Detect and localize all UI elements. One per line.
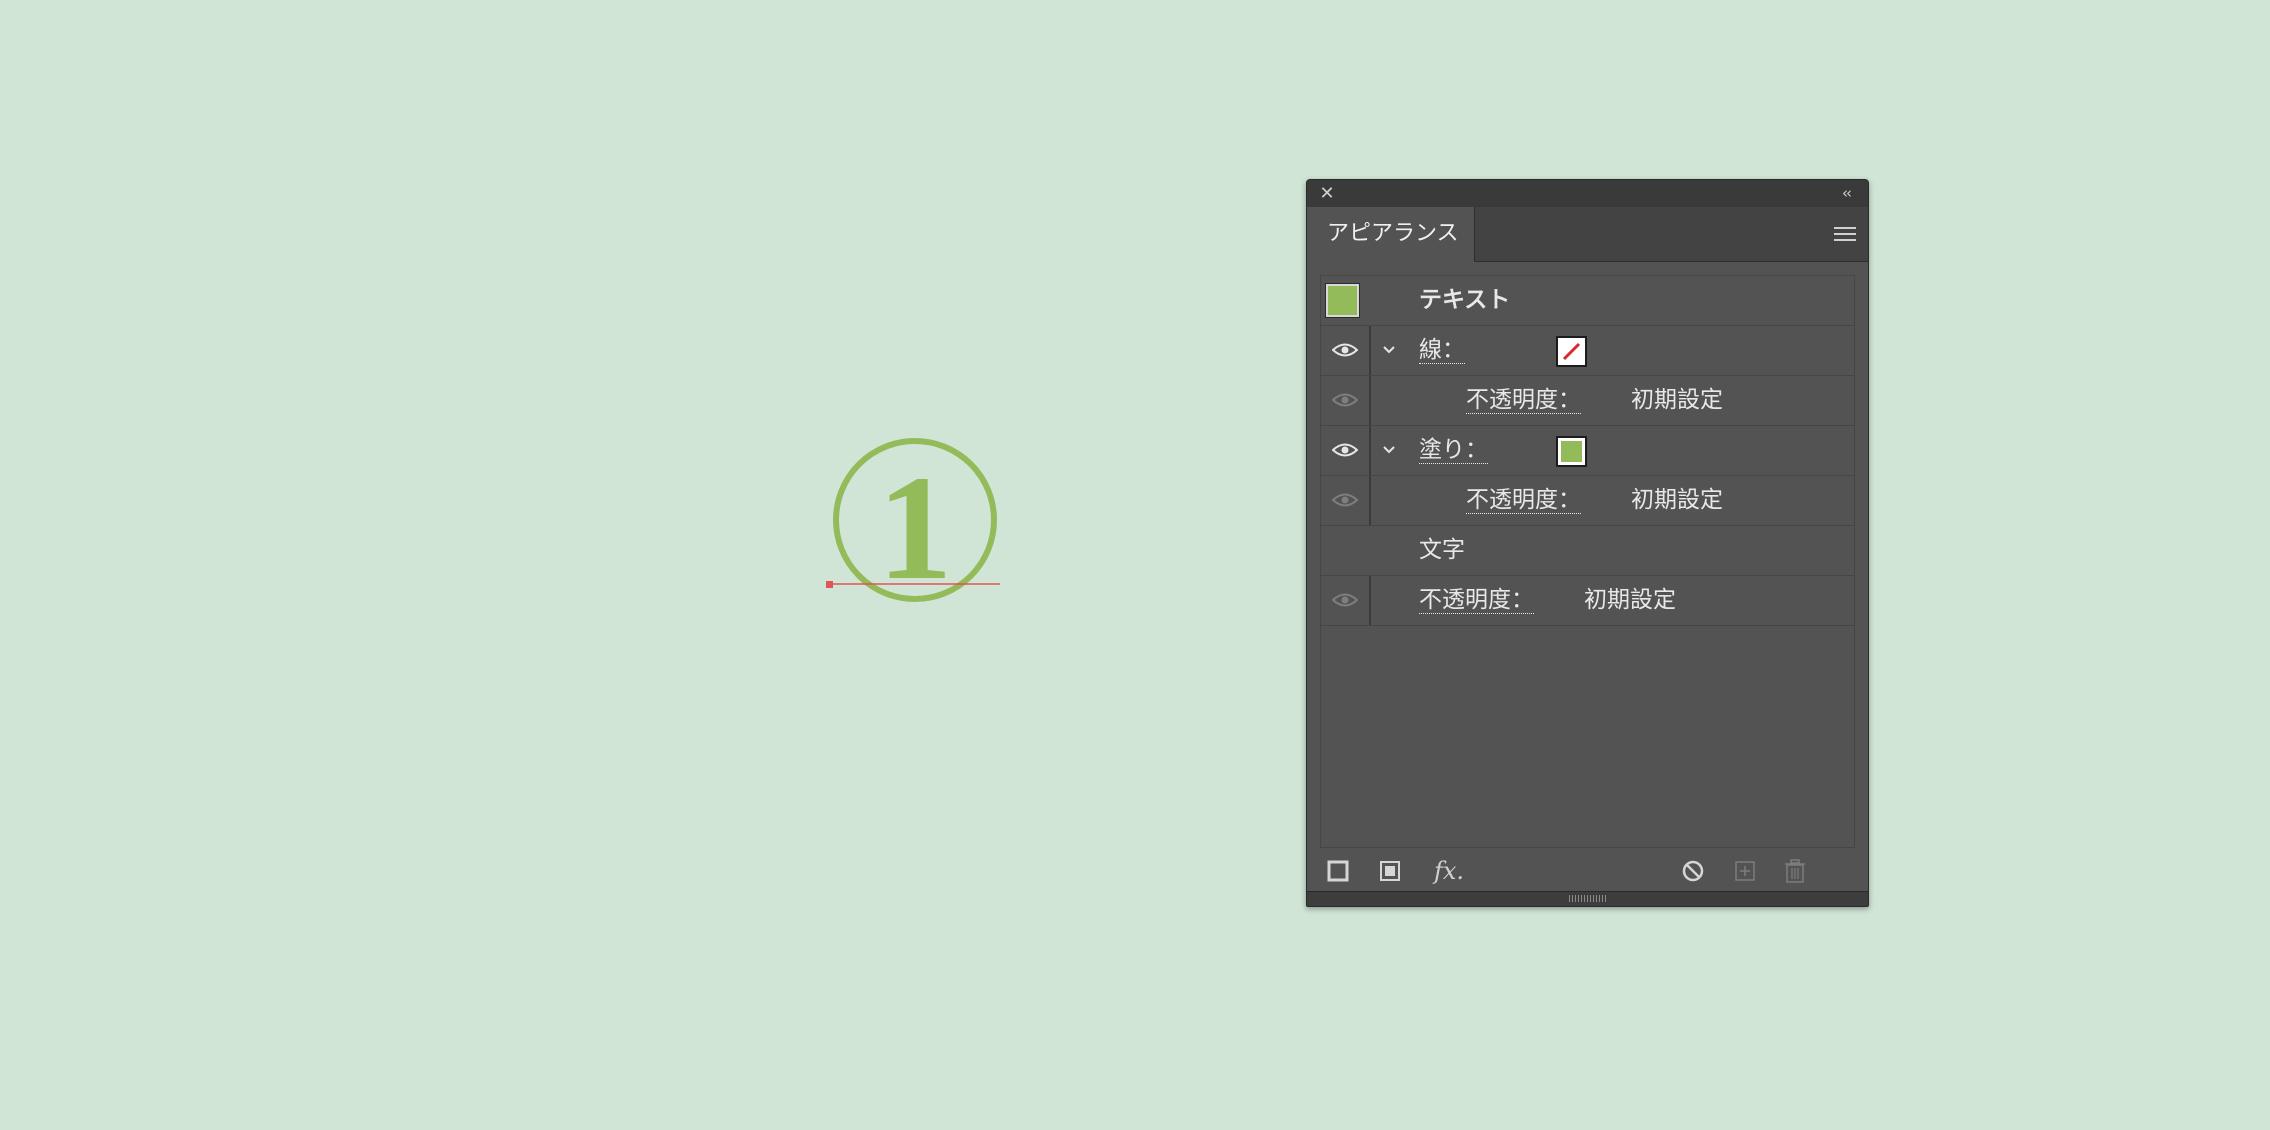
stroke-opacity-label[interactable]: 不透明度： bbox=[1466, 387, 1581, 414]
add-stroke-icon[interactable] bbox=[1325, 858, 1351, 884]
visibility-toggle[interactable] bbox=[1321, 326, 1369, 375]
object-opacity-value: 初期設定 bbox=[1584, 587, 1676, 613]
panel-titlebar[interactable]: ✕ ‹‹ bbox=[1307, 180, 1868, 207]
chevron-down-icon[interactable] bbox=[1379, 440, 1399, 460]
fx-icon[interactable]: fx. bbox=[1434, 858, 1474, 884]
row-stroke-opacity[interactable]: 不透明度： 初期設定 bbox=[1321, 376, 1854, 426]
none-swatch-slash bbox=[1562, 342, 1581, 361]
row-characters[interactable]: 文字 bbox=[1321, 526, 1854, 576]
circled-number-glyph: 1 bbox=[878, 445, 953, 611]
tab-appearance[interactable]: アピアランス bbox=[1307, 207, 1475, 262]
row-object-opacity[interactable]: 不透明度： 初期設定 bbox=[1321, 576, 1854, 626]
close-icon[interactable]: ✕ bbox=[1317, 184, 1337, 204]
text-anchor-point[interactable] bbox=[826, 581, 833, 588]
fill-opacity-label[interactable]: 不透明度： bbox=[1466, 487, 1581, 514]
visibility-toggle[interactable] bbox=[1321, 576, 1369, 625]
eye-icon bbox=[1332, 393, 1358, 407]
panel-tabbar: アピアランス bbox=[1307, 207, 1868, 262]
collapse-icon[interactable]: ‹‹ bbox=[1834, 183, 1858, 203]
fill-swatch-color bbox=[1561, 441, 1582, 462]
visibility-toggle[interactable] bbox=[1321, 476, 1369, 525]
fill-opacity-value: 初期設定 bbox=[1631, 487, 1723, 513]
visibility-toggle[interactable] bbox=[1321, 426, 1369, 475]
eye-icon bbox=[1332, 593, 1358, 607]
row-fill-opacity[interactable]: 不透明度： 初期設定 bbox=[1321, 476, 1854, 526]
row-label-text: テキスト bbox=[1419, 287, 1511, 313]
eye-icon bbox=[1332, 343, 1358, 357]
object-opacity-label[interactable]: 不透明度： bbox=[1419, 587, 1534, 614]
eye-icon bbox=[1332, 443, 1358, 457]
visibility-toggle[interactable] bbox=[1321, 376, 1369, 425]
canvas-artwork: 1 bbox=[826, 438, 1000, 611]
fill-label[interactable]: 塗り： bbox=[1419, 437, 1488, 464]
stroke-label[interactable]: 線： bbox=[1419, 337, 1465, 364]
eye-icon bbox=[1332, 493, 1358, 507]
row-text[interactable]: テキスト bbox=[1321, 276, 1854, 326]
panel-menu-icon[interactable] bbox=[1834, 223, 1856, 245]
add-fill-icon[interactable] bbox=[1377, 858, 1403, 884]
row-fill[interactable]: 塗り： bbox=[1321, 426, 1854, 476]
row-stroke[interactable]: 線： bbox=[1321, 326, 1854, 376]
text-thumbnail-swatch bbox=[1325, 283, 1360, 318]
panel-footer: fx. bbox=[1307, 848, 1868, 894]
appearance-list: テキスト 線： 不透明度： 初期設定 塗り： 不透明度： 初期設定 文字 不透明… bbox=[1320, 275, 1855, 848]
stroke-opacity-value: 初期設定 bbox=[1631, 387, 1723, 413]
characters-label: 文字 bbox=[1419, 537, 1465, 563]
delete-item-icon bbox=[1785, 859, 1805, 883]
duplicate-item-icon bbox=[1735, 861, 1755, 881]
resize-grip[interactable] bbox=[1307, 891, 1868, 906]
appearance-panel: ✕ ‹‹ アピアランス テキスト 線： 不透明度： 初期設定 塗り： 不透明度：… bbox=[1306, 179, 1869, 907]
fill-swatch[interactable] bbox=[1556, 436, 1587, 467]
stroke-swatch-none[interactable] bbox=[1556, 336, 1587, 367]
clear-appearance-icon[interactable] bbox=[1680, 858, 1706, 884]
chevron-down-icon[interactable] bbox=[1379, 340, 1399, 360]
